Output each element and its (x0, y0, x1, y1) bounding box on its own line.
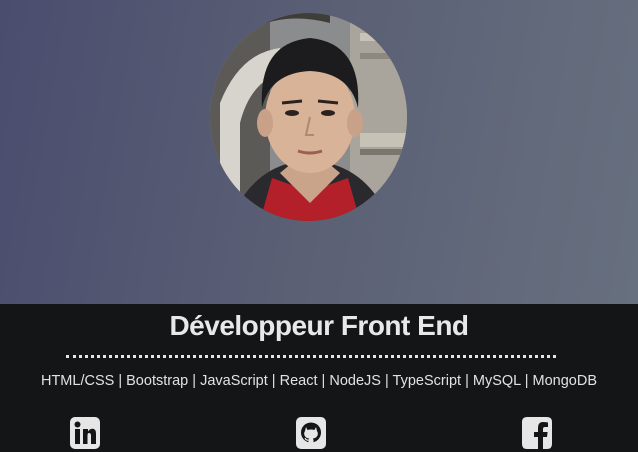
skill-mysql: MySQL (472, 373, 521, 389)
profile-photo (210, 13, 407, 221)
skill-separator: | (192, 373, 197, 389)
skill-separator: | (524, 373, 529, 389)
page-title: Développeur Front End (169, 310, 469, 341)
skill-separator: | (321, 373, 326, 389)
skill-typescript: TypeScript (392, 373, 462, 389)
github-icon (296, 417, 326, 449)
skills-list: HTML/CSS | Bootstrap | JavaScript | Reac… (0, 373, 638, 389)
linkedin-icon (70, 417, 100, 449)
skill-html-css: HTML/CSS (40, 373, 115, 389)
skill-separator: | (465, 373, 469, 389)
skill-nodejs: NodeJS (329, 373, 381, 389)
skill-separator: | (384, 373, 389, 389)
profile-info: Développeur Front End HTML/CSS | Bootstr… (0, 304, 638, 452)
hero-banner (0, 0, 638, 304)
skill-react: React (279, 373, 318, 389)
facebook-link[interactable] (521, 416, 553, 452)
dotted-divider (66, 355, 556, 358)
skill-separator: | (118, 373, 123, 389)
skill-bootstrap: Bootstrap (126, 373, 189, 389)
skill-separator: | (271, 373, 276, 389)
skill-mongodb: MongoDB (532, 373, 598, 389)
linkedin-link[interactable] (69, 416, 101, 452)
facebook-icon (522, 417, 552, 449)
skill-javascript: JavaScript (200, 373, 268, 389)
github-link[interactable] (295, 416, 327, 452)
